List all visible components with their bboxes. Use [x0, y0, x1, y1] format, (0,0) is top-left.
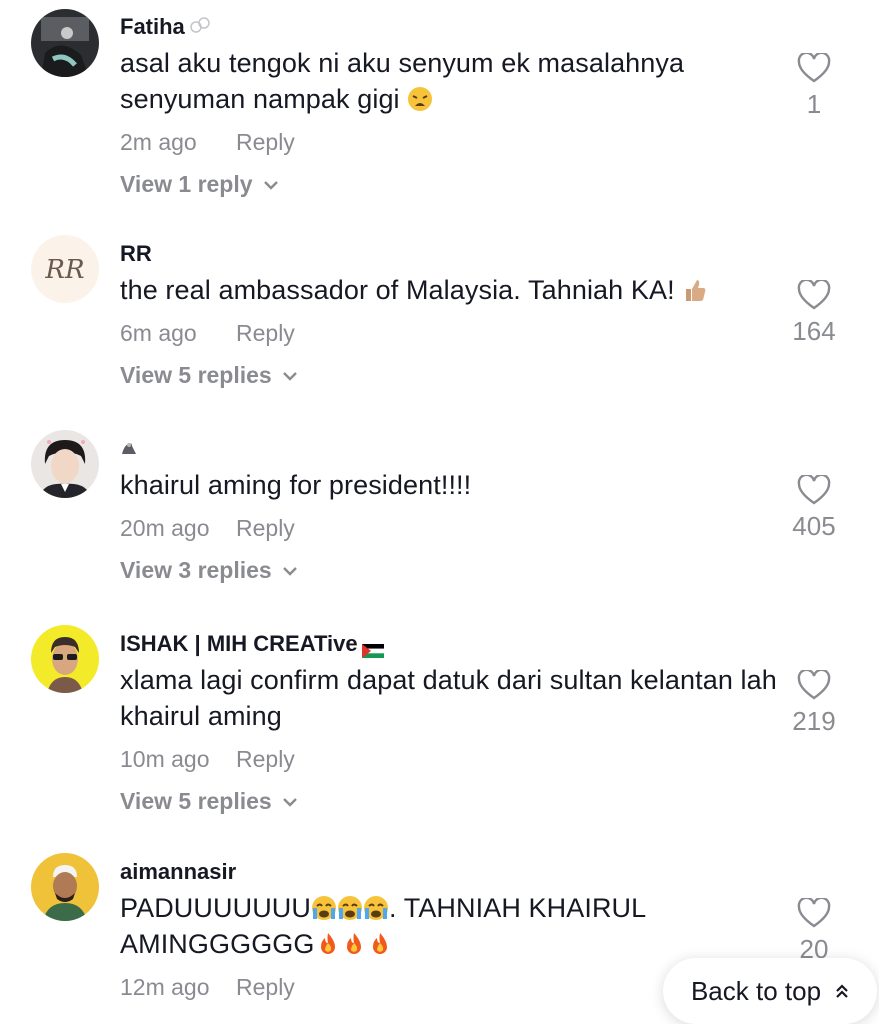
comment-text: khairul aming for president!!!!: [120, 470, 472, 500]
like-count: 1: [806, 89, 822, 119]
like-count: 164: [792, 316, 836, 346]
chevron-down-icon: [263, 179, 279, 191]
username[interactable]: Fatiha: [120, 13, 780, 41]
svg-text:RR: RR: [44, 255, 84, 285]
chevron-down-icon: [282, 565, 298, 577]
username[interactable]: [120, 435, 780, 463]
avatar[interactable]: [31, 9, 99, 77]
comment-time: 12m ago: [120, 974, 210, 1000]
comment-time: 2m ago: [120, 129, 197, 155]
reply-button[interactable]: Reply: [236, 513, 295, 543]
palestine-flag: [361, 637, 384, 658]
view-replies-button[interactable]: View 1 reply: [120, 171, 780, 198]
crying-face-emoji: [311, 893, 389, 923]
seal-icon: [120, 435, 138, 463]
comment-text: PADUUUUUUU. TAHNIAH KHAIRUL AMINGGGGGG: [120, 893, 646, 959]
reply-button[interactable]: Reply: [236, 744, 295, 774]
comment-time: 6m ago: [120, 320, 197, 346]
view-replies-button[interactable]: View 3 replies: [120, 557, 780, 584]
heart-icon[interactable]: [784, 898, 844, 928]
avatar[interactable]: [31, 430, 99, 498]
username[interactable]: RR: [120, 240, 780, 268]
username[interactable]: ISHAK | MIH CREATive: [120, 630, 780, 658]
weary-face-emoji: [407, 85, 433, 111]
avatar[interactable]: [31, 625, 99, 693]
link-icon: [189, 13, 211, 41]
fire-emoji: [315, 929, 393, 959]
chevron-down-icon: [282, 796, 298, 808]
like-count: 219: [792, 706, 836, 736]
chevron-down-icon: [282, 370, 298, 382]
heart-icon[interactable]: [784, 280, 844, 310]
reply-button[interactable]: Reply: [236, 972, 295, 1002]
comment-text: asal aku tengok ni aku senyum ek masalah…: [120, 48, 685, 114]
back-to-top-button[interactable]: Back to top: [663, 958, 877, 1024]
comment-text: xlama lagi confirm dapat datuk dari sult…: [120, 665, 777, 731]
comment-text: the real ambassador of Malaysia. Tahniah…: [120, 272, 780, 308]
heart-icon[interactable]: [784, 53, 844, 83]
avatar[interactable]: [31, 853, 99, 921]
comment-time: 20m ago: [120, 515, 210, 541]
back-to-top-label: Back to top: [690, 975, 822, 1006]
view-replies-button[interactable]: View 5 replies: [120, 362, 780, 389]
reply-button[interactable]: Reply: [236, 318, 295, 348]
like-count: 405: [792, 511, 836, 541]
heart-icon[interactable]: [784, 670, 844, 700]
thumbs-up-emoji: [682, 276, 708, 302]
double-chevron-up-icon: [835, 983, 849, 999]
avatar[interactable]: RR: [31, 235, 99, 303]
heart-icon[interactable]: [784, 475, 844, 505]
username[interactable]: aimannasir: [120, 858, 780, 886]
comment-time: 10m ago: [120, 746, 210, 772]
reply-button[interactable]: Reply: [236, 127, 295, 157]
view-replies-button[interactable]: View 5 replies: [120, 788, 780, 815]
comments-page: Fatiha asal aku tengok ni aku senyum ek …: [0, 0, 879, 1024]
